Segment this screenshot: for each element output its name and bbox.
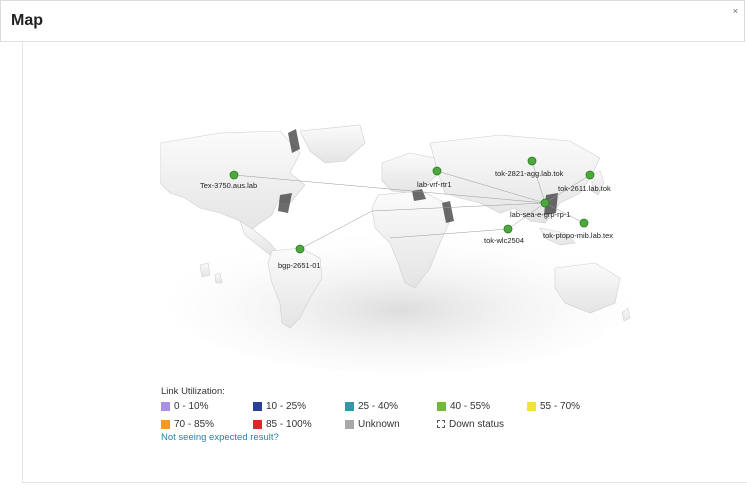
legend-label: 85 - 100%: [266, 418, 312, 430]
legend-title: Link Utilization:: [161, 386, 225, 397]
world-map[interactable]: Tex-3750.aus.lab bgp-2651-01 lab-vrf-rtr…: [160, 103, 632, 373]
legend-item-85-100: 85 - 100%: [253, 418, 312, 430]
svg-text:tok-2611.lab.tok: tok-2611.lab.tok: [558, 184, 611, 193]
legend-swatch-dashed: [437, 420, 445, 428]
legend-label: Unknown: [358, 418, 400, 430]
legend-label: 0 - 10%: [174, 400, 209, 412]
legend-label: 10 - 25%: [266, 400, 307, 412]
legend-item-0-10: 0 - 10%: [161, 400, 208, 412]
svg-text:tok-ptopo-mib.lab.tex: tok-ptopo-mib.lab.tex: [543, 231, 613, 240]
legend-swatch: [161, 419, 170, 429]
legend-swatch: [253, 419, 262, 429]
legend-label: 40 - 55%: [450, 400, 491, 412]
legend-item-25-40: 25 - 40%: [345, 400, 398, 412]
legend-swatch: [437, 401, 446, 411]
legend-item-70-85: 70 - 85%: [161, 418, 214, 430]
close-icon[interactable]: ×: [733, 7, 738, 16]
legend-label: 25 - 40%: [358, 400, 399, 412]
legend-label: Down status: [449, 418, 505, 430]
legend-item-55-70: 55 - 70%: [527, 400, 580, 412]
legend-label: 70 - 85%: [174, 418, 215, 430]
legend-item-10-25: 10 - 25%: [253, 400, 306, 412]
header-bar: Map ×: [0, 0, 745, 42]
svg-text:tok-wlc2504: tok-wlc2504: [484, 236, 524, 245]
svg-text:Tex-3750.aus.lab: Tex-3750.aus.lab: [200, 181, 257, 190]
svg-text:lab-sea-e-grp-rp-1: lab-sea-e-grp-rp-1: [510, 210, 570, 219]
legend-label: 55 - 70%: [540, 400, 581, 412]
legend-swatch: [345, 419, 354, 429]
svg-text:lab-vrf-rtr1: lab-vrf-rtr1: [417, 180, 452, 189]
legend-swatch: [527, 401, 536, 411]
legend-item-unknown: Unknown: [345, 418, 400, 430]
not-seeing-expected-result-link[interactable]: Not seeing expected result?: [161, 432, 279, 443]
svg-text:tok-2821-agg.lab.tok: tok-2821-agg.lab.tok: [495, 169, 564, 178]
page-title: Map: [11, 12, 43, 29]
legend-item-down-status: Down status: [437, 418, 504, 430]
legend-swatch: [253, 401, 262, 411]
svg-text:bgp-2651-01: bgp-2651-01: [278, 261, 321, 270]
legend-swatch: [161, 401, 170, 411]
legend-swatch: [345, 401, 354, 411]
legend-item-40-55: 40 - 55%: [437, 400, 490, 412]
